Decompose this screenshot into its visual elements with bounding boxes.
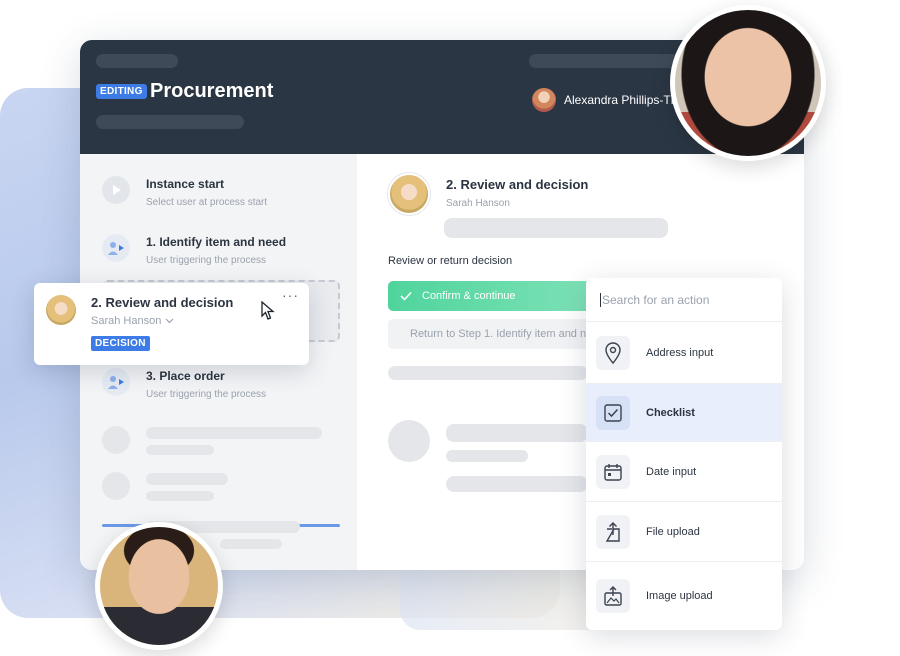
user-trigger-icon bbox=[102, 234, 130, 262]
action-file-upload[interactable]: File upload bbox=[586, 502, 782, 562]
check-icon bbox=[400, 291, 412, 301]
action-address-input[interactable]: Address input bbox=[586, 322, 782, 384]
skeleton-bar bbox=[146, 473, 228, 485]
sidebar-step-place-order[interactable]: 3. Place order User triggering the proce… bbox=[102, 368, 266, 400]
step-title: 3. Place order bbox=[146, 369, 225, 383]
main-skeleton-row bbox=[388, 366, 588, 380]
sidebar-step-instance-start[interactable]: Instance start Select user at process st… bbox=[102, 176, 267, 208]
action-label: Image upload bbox=[646, 590, 713, 602]
more-menu-icon[interactable]: ··· bbox=[282, 287, 299, 303]
decision-badge: DECISION bbox=[91, 336, 150, 351]
action-search bbox=[586, 278, 782, 322]
card-assignee-name: Sarah Hanson bbox=[91, 315, 162, 327]
action-checklist[interactable]: Checklist bbox=[586, 384, 782, 442]
avatar bbox=[46, 295, 76, 325]
user-photo-man bbox=[95, 522, 223, 650]
calendar-icon bbox=[596, 454, 630, 489]
skeleton-bar bbox=[146, 445, 214, 455]
decision-label: Review or return decision bbox=[388, 255, 513, 267]
user-photo-woman bbox=[670, 5, 826, 161]
step-title: Instance start bbox=[146, 177, 225, 191]
skeleton-bar bbox=[446, 450, 528, 462]
mouse-cursor-icon bbox=[261, 301, 275, 320]
skeleton-bar bbox=[220, 539, 282, 549]
skeleton-circle bbox=[102, 472, 130, 500]
return-step-button[interactable]: Return to Step 1. Identify item and need bbox=[388, 319, 598, 349]
editing-badge: EDITING bbox=[96, 84, 147, 99]
action-picker: Address input Checklist Date input File … bbox=[586, 278, 782, 630]
step-subtitle: Select user at process start bbox=[146, 197, 268, 208]
confirm-label: Confirm & continue bbox=[422, 290, 516, 302]
card-assignee[interactable]: Sarah Hanson bbox=[91, 315, 174, 327]
header-skeleton-top bbox=[96, 54, 178, 68]
action-search-input[interactable] bbox=[600, 292, 770, 307]
step-subtitle: User triggering the process bbox=[146, 255, 267, 266]
main-skeleton-row bbox=[444, 218, 668, 238]
action-date-input[interactable]: Date input bbox=[586, 442, 782, 502]
user-trigger-icon bbox=[102, 368, 130, 396]
step-subtitle: User triggering the process bbox=[146, 389, 267, 400]
header-skeleton-bottom bbox=[96, 115, 244, 129]
header-skeleton-right bbox=[529, 54, 679, 68]
avatar bbox=[532, 88, 556, 112]
action-label: Address input bbox=[646, 346, 714, 359]
action-label: Checklist bbox=[646, 406, 695, 419]
action-label: File upload bbox=[646, 525, 700, 538]
location-pin-icon bbox=[596, 335, 630, 370]
skeleton-circle bbox=[102, 426, 130, 454]
checkbox-icon bbox=[596, 395, 630, 430]
chevron-down-icon bbox=[165, 318, 174, 324]
header-user-name: Alexandra Phillips-Tho bbox=[564, 93, 685, 107]
dragged-step-card[interactable]: 2. Review and decision Sarah Hanson DECI… bbox=[34, 283, 309, 365]
skeleton-bar bbox=[146, 427, 322, 439]
step-detail-title: 2. Review and decision bbox=[446, 177, 589, 192]
image-upload-icon bbox=[596, 579, 630, 613]
skeleton-circle bbox=[388, 420, 430, 462]
card-title: 2. Review and decision bbox=[91, 295, 234, 310]
page-title: Procurement bbox=[150, 80, 274, 102]
header-user[interactable]: Alexandra Phillips-Tho bbox=[532, 88, 684, 112]
skeleton-bar bbox=[146, 491, 214, 501]
skeleton-bar bbox=[446, 476, 588, 492]
step-title: 1. Identify item and need bbox=[146, 235, 287, 249]
skeleton-bar bbox=[446, 424, 588, 442]
play-icon bbox=[102, 176, 130, 204]
sidebar-step-identify[interactable]: 1. Identify item and need User triggerin… bbox=[102, 234, 286, 266]
confirm-continue-button[interactable]: Confirm & continue bbox=[388, 281, 598, 311]
action-image-upload[interactable]: Image upload bbox=[586, 562, 782, 630]
step-detail-assignee: Sarah Hanson bbox=[446, 198, 510, 209]
return-label: Return to Step 1. Identify item and need bbox=[410, 328, 598, 340]
action-label: Date input bbox=[646, 465, 697, 478]
file-upload-icon bbox=[596, 514, 630, 549]
avatar bbox=[388, 173, 430, 215]
